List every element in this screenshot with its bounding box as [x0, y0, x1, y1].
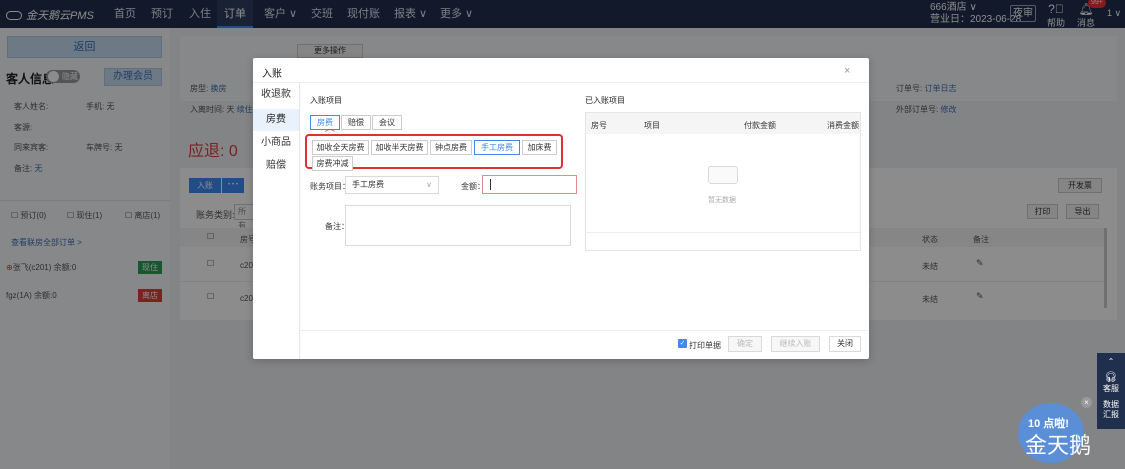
- subtab-manual[interactable]: 手工房费: [474, 140, 520, 155]
- amount-input[interactable]: [482, 175, 577, 194]
- subtab-hourly[interactable]: 钟点房费: [430, 140, 472, 155]
- print-receipt-checkbox[interactable]: ✓: [678, 339, 687, 348]
- side-item-room-charge[interactable]: 房费: [253, 109, 299, 131]
- tab-meeting[interactable]: 会议: [372, 115, 402, 130]
- side-item-goods[interactable]: 小商品: [253, 132, 299, 154]
- col-paid: 付款金额: [744, 121, 776, 130]
- data-report-label: 数据汇报: [1103, 400, 1119, 419]
- side-item-compensation[interactable]: 赔偿: [253, 155, 299, 177]
- col-room-no: 房号: [591, 121, 607, 130]
- close-button[interactable]: 关闭: [829, 336, 861, 352]
- empty-inbox-icon: [708, 166, 738, 184]
- post-modal: 入账 × 收退款 房费 小商品 赔偿 入账项目 已入账项目 房费 赔偿 会议 ⌒…: [253, 58, 869, 359]
- close-icon[interactable]: ×: [844, 65, 850, 77]
- col-consumed: 消费金额: [827, 121, 859, 130]
- modal-header: 入账 ×: [253, 58, 869, 83]
- continue-post-button[interactable]: 继续入账: [771, 336, 820, 352]
- print-receipt-label: 打印单据: [689, 341, 721, 350]
- side-item-payment[interactable]: 收退款: [253, 84, 299, 106]
- subtab-full-day[interactable]: 加收全天房费: [312, 140, 369, 155]
- close-icon[interactable]: ×: [1081, 397, 1092, 408]
- account-item-label: 账务项目：: [310, 182, 350, 191]
- posted-section-title: 已入账项目: [585, 96, 625, 105]
- remark-textarea[interactable]: [345, 205, 571, 246]
- chevron-down-icon: ∨: [426, 180, 432, 189]
- service-widget[interactable]: ⌃ 🎧︎ 客服 数据汇报: [1097, 353, 1125, 429]
- subtab-charge-offset[interactable]: 房费冲减: [312, 156, 353, 171]
- modal-side-menu: 收退款 房费 小商品 赔偿: [253, 83, 300, 359]
- headset-icon: 🎧︎: [1104, 372, 1118, 383]
- subtab-extra-bed[interactable]: 加床费: [522, 140, 557, 155]
- col-item: 项目: [644, 121, 660, 130]
- modal-title: 入账: [262, 69, 282, 80]
- text-cursor: [490, 179, 491, 190]
- modal-footer-divider: [300, 330, 869, 331]
- brand-text: 金天鹅: [1025, 433, 1092, 458]
- collapse-icon: ⌃: [1107, 357, 1115, 366]
- confirm-button[interactable]: 确定: [728, 336, 762, 352]
- empty-text: 暂无数据: [708, 197, 736, 204]
- subtab-half-day[interactable]: 加收半天房费: [371, 140, 428, 155]
- posted-table-header: [586, 113, 860, 134]
- account-item-select[interactable]: 手工房费 ∨: [345, 176, 439, 194]
- table-divider: [586, 232, 860, 233]
- items-section-title: 入账项目: [310, 96, 342, 105]
- tab-compensation[interactable]: 赔偿: [341, 115, 371, 130]
